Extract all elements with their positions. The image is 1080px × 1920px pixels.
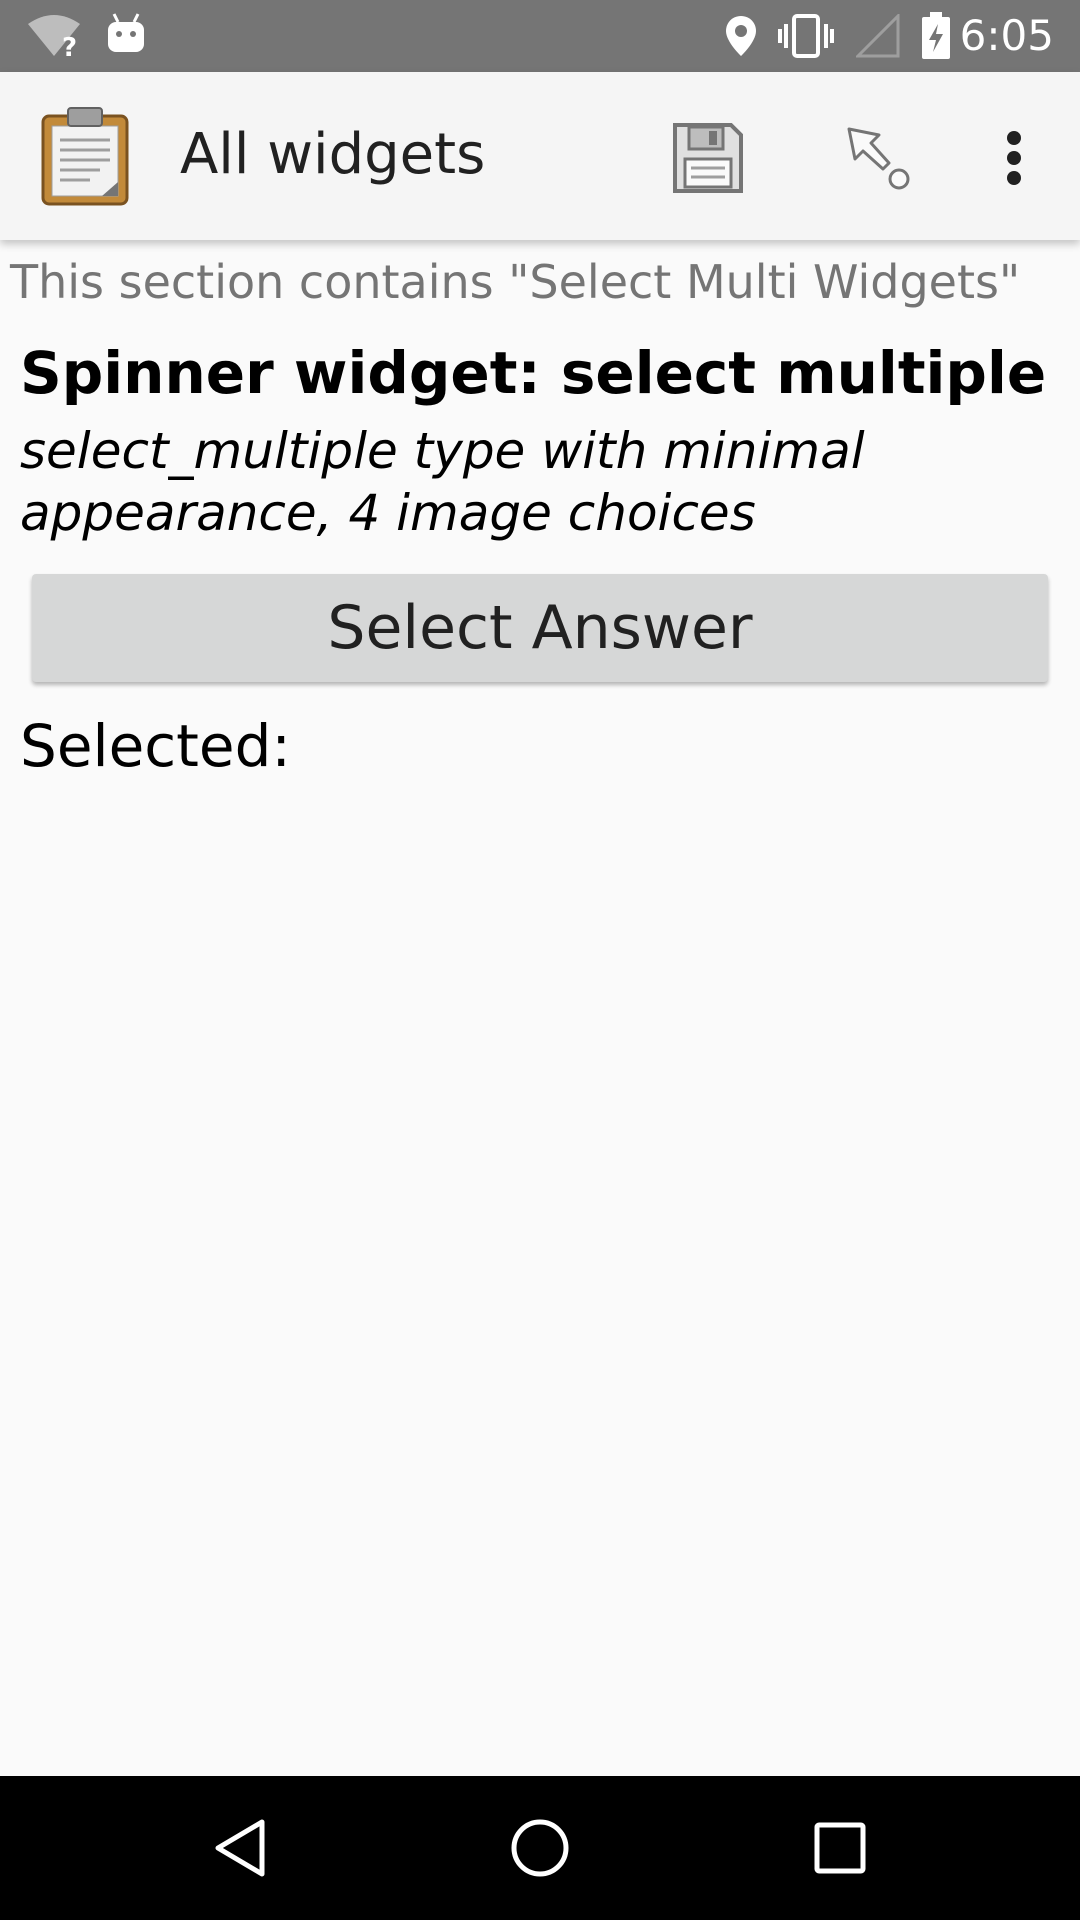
- vibrate-icon: [778, 14, 834, 62]
- recents-icon[interactable]: [790, 1798, 890, 1898]
- selected-label: Selected:: [20, 712, 291, 780]
- section-description: This section contains "Select Multi Widg…: [10, 255, 1021, 309]
- question-hint: select_multiple type with minimal appear…: [20, 422, 865, 542]
- more-options-icon[interactable]: [990, 122, 1038, 194]
- svg-text:?: ?: [62, 33, 77, 58]
- wifi-unknown-icon: ?: [26, 12, 82, 63]
- app-bar: All widgets: [0, 72, 1080, 240]
- form-content: This section contains "Select Multi Widg…: [0, 240, 1080, 1776]
- jump-to-icon[interactable]: [830, 110, 926, 206]
- save-icon[interactable]: [660, 110, 756, 206]
- question-label: Spinner widget: select multiple: [20, 339, 1047, 407]
- location-icon: [724, 14, 758, 62]
- android-debug-icon: [106, 12, 146, 60]
- signal-icon: [854, 12, 900, 62]
- status-bar: ? 6:05: [0, 0, 1080, 72]
- back-icon[interactable]: [190, 1798, 290, 1898]
- home-icon[interactable]: [490, 1798, 590, 1898]
- app-title: All widgets: [180, 122, 486, 187]
- select-answer-button[interactable]: Select Answer: [32, 574, 1048, 682]
- battery-charging-icon: [920, 12, 952, 64]
- navigation-bar: [0, 1776, 1080, 1920]
- clipboard-icon: [40, 106, 130, 206]
- status-time: 6:05: [959, 11, 1054, 60]
